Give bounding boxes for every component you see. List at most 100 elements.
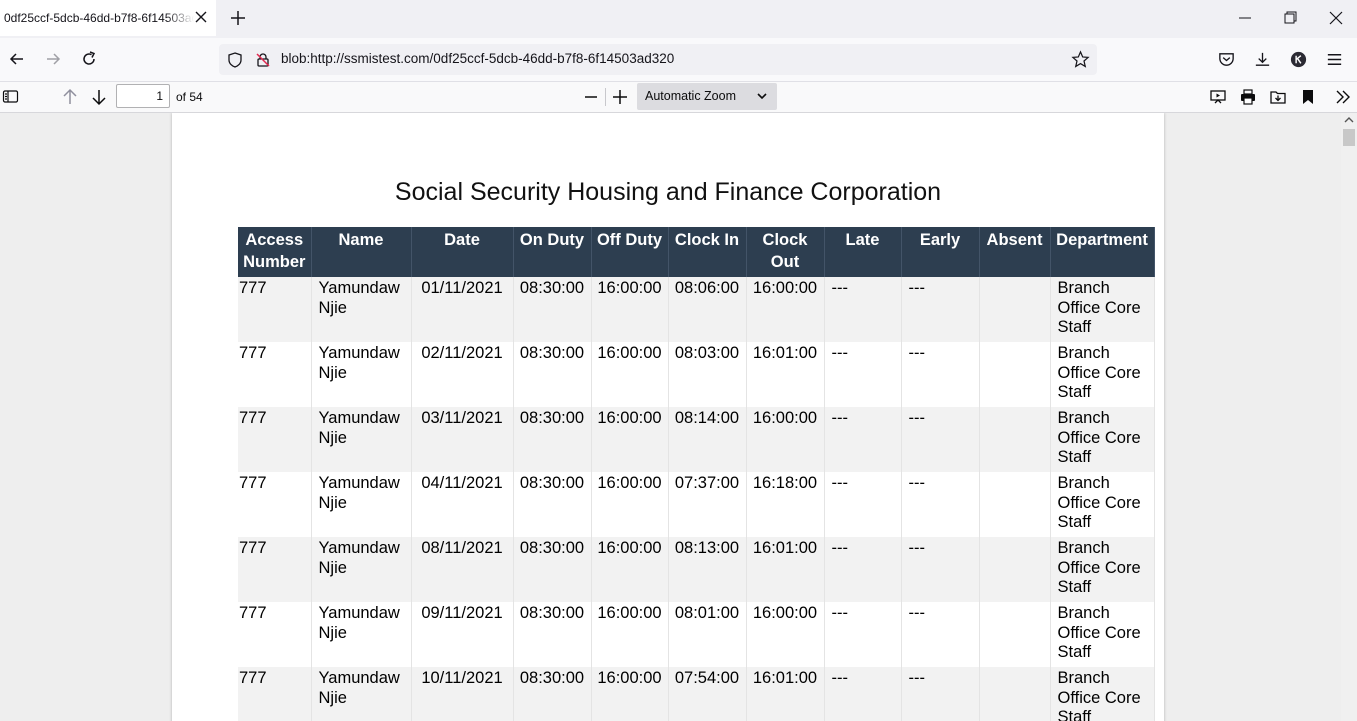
late-cell: ---	[824, 277, 902, 342]
account-icon[interactable]	[1289, 50, 1308, 69]
scroll-up-arrow-icon[interactable]	[1344, 116, 1354, 124]
browser-tab[interactable]: 0df25ccf-5dcb-46dd-b7f8-6f14503ad320	[0, 0, 216, 36]
minimize-icon[interactable]	[1234, 8, 1256, 28]
off-duty-cell: 16:00:00	[591, 472, 669, 537]
column-header: Clock In	[668, 227, 747, 277]
arrow-down-icon[interactable]	[90, 88, 108, 106]
off-duty-cell: 16:00:00	[591, 667, 669, 721]
download-icon[interactable]	[1253, 50, 1272, 69]
absent-cell	[979, 472, 1051, 537]
column-header: Early	[901, 227, 980, 277]
table-row: 777 Yamundaw Njie 04/11/2021 08:30:00 16:00:…	[238, 472, 1155, 537]
late-cell: ---	[824, 342, 902, 407]
url-text: blob:http://ssmistest.com/0df25ccf-5dcb-…	[281, 51, 675, 66]
early-cell: ---	[901, 277, 980, 342]
department-cell: Branch Office Core Staff	[1050, 537, 1155, 602]
clock-out-cell: 16:00:00	[746, 277, 825, 342]
column-header: On Duty	[513, 227, 592, 277]
late-cell: ---	[824, 602, 902, 667]
early-cell: ---	[901, 667, 980, 721]
table-row: 777 Yamundaw Njie 02/11/2021 08:30:00 16:00:…	[238, 342, 1155, 407]
date-cell: 09/11/2021	[411, 602, 514, 667]
absent-cell	[979, 277, 1051, 342]
scrollbar-thumb[interactable]	[1343, 129, 1355, 146]
page-number-input[interactable]	[116, 84, 170, 108]
zoom-select[interactable]: Automatic Zoom	[637, 83, 777, 110]
date-cell: 01/11/2021	[411, 277, 514, 342]
access-number-cell: 777	[238, 602, 312, 667]
plus-icon[interactable]	[611, 88, 629, 106]
clock-out-cell: 16:00:00	[746, 407, 825, 472]
arrow-up-icon[interactable]	[61, 88, 79, 106]
off-duty-cell: 16:00:00	[591, 342, 669, 407]
off-duty-cell: 16:00:00	[591, 602, 669, 667]
column-header: Name	[311, 227, 412, 277]
name-cell: Yamundaw Njie	[311, 472, 412, 537]
access-number-cell: 777	[238, 472, 312, 537]
column-header: Absent	[979, 227, 1051, 277]
column-header: Access Number	[238, 227, 312, 277]
access-number-cell: 777	[238, 342, 312, 407]
double-chevron-icon[interactable]	[1334, 88, 1352, 106]
department-cell: Branch Office Core Staff	[1050, 277, 1155, 342]
name-cell: Yamundaw Njie	[311, 537, 412, 602]
absent-cell	[979, 407, 1051, 472]
attendance-table: Access Number Name Date On Duty Off Duty…	[238, 227, 1155, 721]
access-number-cell: 777	[238, 667, 312, 721]
late-cell: ---	[824, 472, 902, 537]
absent-cell	[979, 537, 1051, 602]
pocket-icon[interactable]	[1217, 50, 1236, 69]
late-cell: ---	[824, 537, 902, 602]
clock-out-cell: 16:18:00	[746, 472, 825, 537]
tab-title: 0df25ccf-5dcb-46dd-b7f8-6f14503ad320	[4, 11, 194, 25]
on-duty-cell: 08:30:00	[513, 407, 592, 472]
shield-icon[interactable]	[226, 51, 244, 69]
clock-in-cell: 08:01:00	[668, 602, 747, 667]
name-cell: Yamundaw Njie	[311, 342, 412, 407]
late-cell: ---	[824, 407, 902, 472]
minus-icon[interactable]	[582, 88, 600, 106]
lock-slash-icon[interactable]	[254, 51, 272, 69]
clock-in-cell: 08:03:00	[668, 342, 747, 407]
name-cell: Yamundaw Njie	[311, 602, 412, 667]
star-icon[interactable]	[1071, 50, 1090, 69]
page-count: of 54	[176, 90, 203, 104]
column-header: Date	[411, 227, 514, 277]
department-cell: Branch Office Core Staff	[1050, 602, 1155, 667]
clock-out-cell: 16:00:00	[746, 602, 825, 667]
restore-icon[interactable]	[1279, 8, 1301, 28]
vertical-scrollbar[interactable]	[1341, 113, 1357, 721]
off-duty-cell: 16:00:00	[591, 407, 669, 472]
presentation-icon[interactable]	[1209, 88, 1227, 106]
hamburger-icon[interactable]	[1325, 50, 1344, 69]
print-icon[interactable]	[1239, 88, 1257, 106]
department-cell: Branch Office Core Staff	[1050, 472, 1155, 537]
table-row: 777 Yamundaw Njie 08/11/2021 08:30:00 16:00:…	[238, 537, 1155, 602]
close-icon[interactable]	[194, 10, 208, 24]
save-icon[interactable]	[1269, 88, 1287, 106]
off-duty-cell: 16:00:00	[591, 537, 669, 602]
reload-icon[interactable]	[79, 49, 99, 69]
department-cell: Branch Office Core Staff	[1050, 667, 1155, 721]
on-duty-cell: 08:30:00	[513, 277, 592, 342]
on-duty-cell: 08:30:00	[513, 537, 592, 602]
clock-in-cell: 07:54:00	[668, 667, 747, 721]
arrow-right-icon[interactable]	[43, 49, 63, 69]
report-title: Social Security Housing and Finance Corp…	[394, 178, 942, 206]
early-cell: ---	[901, 407, 980, 472]
early-cell: ---	[901, 472, 980, 537]
sidebar-toggle-icon[interactable]	[2, 88, 20, 106]
pdf-viewer[interactable]: Social Security Housing and Finance Corp…	[0, 113, 1341, 721]
table-row: 777 Yamundaw Njie 09/11/2021 08:30:00 16:00:…	[238, 602, 1155, 667]
clock-in-cell: 07:37:00	[668, 472, 747, 537]
date-cell: 03/11/2021	[411, 407, 514, 472]
on-duty-cell: 08:30:00	[513, 342, 592, 407]
new-tab-plus-icon[interactable]	[228, 8, 248, 28]
date-cell: 02/11/2021	[411, 342, 514, 407]
clock-in-cell: 08:14:00	[668, 407, 747, 472]
arrow-left-icon[interactable]	[7, 49, 27, 69]
column-header: Department	[1050, 227, 1155, 277]
tab-strip: 0df25ccf-5dcb-46dd-b7f8-6f14503ad320	[0, 0, 1357, 38]
bookmark-icon[interactable]	[1299, 88, 1317, 106]
close-window-icon[interactable]	[1325, 8, 1347, 28]
